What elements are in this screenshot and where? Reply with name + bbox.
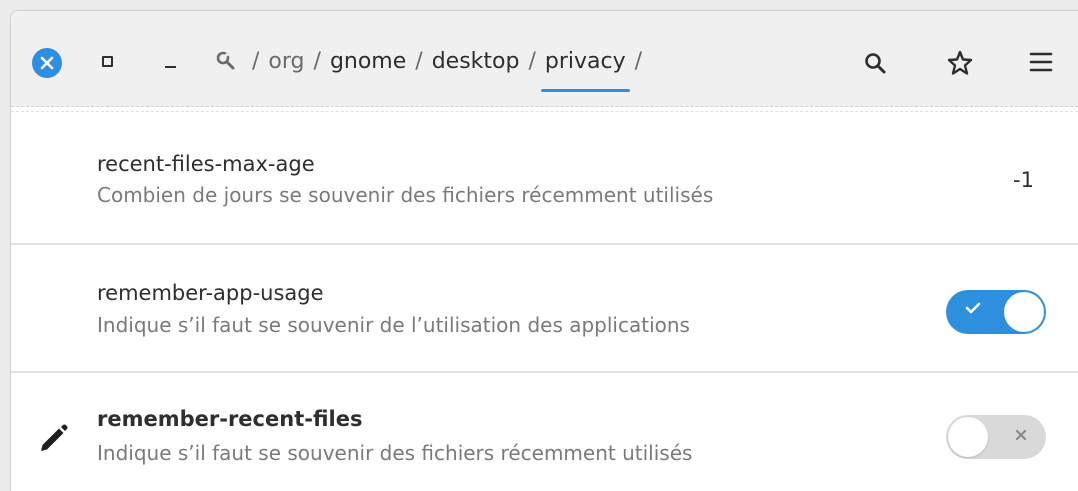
key-name: recent-files-max-age	[97, 152, 315, 176]
main-menu-button[interactable]	[1027, 49, 1055, 75]
hamburger-menu-icon	[1029, 52, 1053, 72]
key-description: Indique s’il faut se souvenir des fichie…	[97, 441, 693, 465]
bookmark-button[interactable]	[944, 47, 976, 79]
minimize-icon	[164, 66, 176, 68]
path-separator: /	[313, 48, 321, 74]
toggle-knob	[948, 417, 988, 457]
path-bar: / org / gnome / desktop / privacy /	[215, 41, 651, 92]
path-separator: /	[252, 48, 260, 74]
dconf-editor-window: / org / gnome / desktop / privacy / rece…	[10, 10, 1078, 491]
key-description: Indique s’il faut se souvenir de l’utili…	[97, 313, 690, 337]
minimize-button[interactable]	[159, 53, 181, 73]
close-button[interactable]	[32, 48, 62, 78]
path-separator: /	[415, 48, 423, 74]
maximize-icon	[101, 55, 113, 67]
search-button[interactable]	[860, 48, 890, 78]
path-segment-privacy[interactable]: privacy	[540, 49, 630, 92]
path-segment-desktop[interactable]: desktop	[432, 49, 520, 74]
path-segment-org[interactable]: org	[268, 49, 304, 74]
remember-recent-files-toggle[interactable]	[946, 415, 1046, 459]
maximize-button[interactable]	[99, 53, 115, 69]
key-row-recent-files-max-age[interactable]: recent-files-max-age Combien de jours se…	[11, 115, 1078, 244]
star-icon	[947, 50, 973, 75]
path-segment-gnome[interactable]: gnome	[330, 49, 406, 74]
search-icon	[865, 53, 886, 74]
remember-app-usage-toggle[interactable]	[946, 290, 1046, 334]
key-value: -1	[1013, 168, 1034, 192]
path-separator: /	[528, 48, 536, 74]
key-name: remember-app-usage	[97, 281, 324, 305]
toggle-knob	[1004, 292, 1044, 332]
path-trailing-separator: /	[634, 48, 643, 74]
key-row-remember-app-usage[interactable]: remember-app-usage Indique s’il faut se …	[11, 244, 1078, 372]
key-row-remember-recent-files[interactable]: remember-recent-files Indique s’il faut …	[11, 372, 1078, 491]
cross-icon	[1015, 429, 1027, 441]
key-description: Combien de jours se souvenir des fichier…	[97, 183, 714, 207]
root-icon[interactable]	[215, 48, 241, 74]
close-icon	[40, 56, 54, 70]
header-bar: / org / gnome / desktop / privacy /	[11, 11, 1078, 112]
key-name: remember-recent-files	[97, 407, 363, 431]
pencil-icon	[41, 424, 68, 451]
check-icon	[965, 302, 981, 314]
